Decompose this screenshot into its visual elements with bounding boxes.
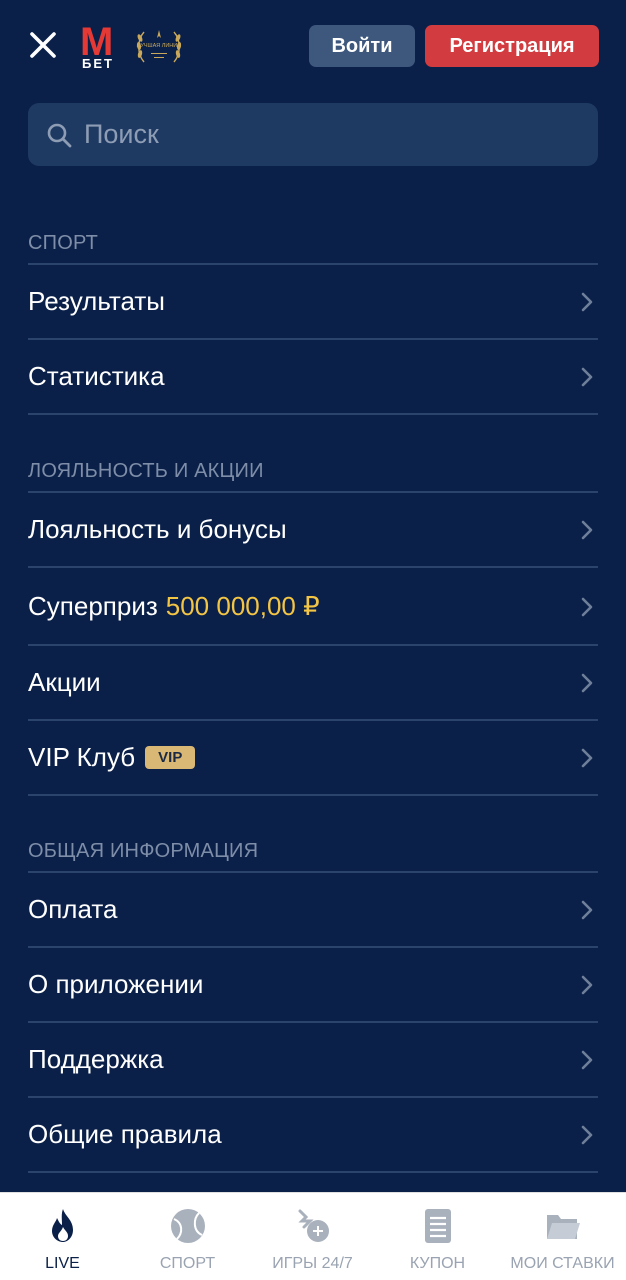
menu-item-label: О приложении (28, 969, 204, 999)
vip-badge: VIP (145, 746, 196, 769)
close-icon (30, 32, 56, 58)
menu-item-label: Акции (28, 667, 101, 697)
menu-item-label: Суперприз (28, 590, 158, 621)
menu-item-results[interactable]: Результаты (28, 263, 598, 338)
menu-item-payment[interactable]: Оплата (28, 871, 598, 946)
chevron-right-icon (581, 748, 593, 768)
section-title-info: ОБЩАЯ ИНФОРМАЦИЯ (28, 840, 259, 862)
bottom-tab-bar: LIVE СПОРТ ИГРЫ 24/7 КУПОН МОИ СТАВКИ (0, 1192, 626, 1280)
award-laurel-icon: ЛУЧШАЯ ЛИНИЯ (134, 26, 184, 68)
award-text: ЛУЧШАЯ ЛИНИЯ (137, 43, 181, 49)
tab-live[interactable]: LIVE (0, 1193, 125, 1280)
chevron-right-icon (581, 900, 593, 920)
chevron-right-icon (581, 520, 593, 540)
login-button[interactable]: Войти (309, 25, 415, 67)
divider (28, 1171, 598, 1173)
ball-icon (171, 1209, 205, 1243)
chevron-right-icon (581, 673, 593, 693)
chevron-right-icon (581, 1050, 593, 1070)
tab-label: ИГРЫ 24/7 (272, 1255, 353, 1272)
tab-label: КУПОН (409, 1255, 466, 1272)
coupon-icon (425, 1209, 451, 1243)
menu-item-label: VIP Клуб (28, 742, 136, 772)
chevron-right-icon (581, 367, 593, 387)
menu-item-label: Оплата (28, 894, 118, 924)
tab-my-bets[interactable]: МОИ СТАВКИ (500, 1193, 625, 1280)
search-box[interactable] (28, 103, 598, 166)
search-input[interactable] (84, 103, 584, 166)
logo[interactable]: М БЕТ (80, 22, 122, 72)
menu-item-support[interactable]: Поддержка (28, 1021, 598, 1096)
close-button[interactable] (26, 28, 60, 62)
menu-item-superprize[interactable]: Суперприз 500 000,00 ₽ (28, 566, 598, 644)
divider (28, 413, 598, 415)
menu-item-general-rules[interactable]: Общие правила (28, 1096, 598, 1171)
superprize-amount: 500 000,00 ₽ (165, 590, 320, 621)
register-button[interactable]: Регистрация (425, 25, 599, 67)
logo-subtitle: БЕТ (82, 56, 114, 71)
chevron-right-icon (581, 1125, 593, 1145)
menu-item-about-app[interactable]: О приложении (28, 946, 598, 1021)
divider (28, 794, 598, 796)
section-title-sport: СПОРТ (28, 232, 99, 254)
tab-games[interactable]: ИГРЫ 24/7 (250, 1193, 375, 1280)
tab-label: МОИ СТАВКИ (510, 1255, 615, 1272)
section-title-loyalty: ЛОЯЛЬНОСТЬ И АКЦИИ (28, 460, 264, 482)
chevron-right-icon (581, 292, 593, 312)
tab-label: LIVE (45, 1255, 80, 1272)
menu-item-label: Общие правила (28, 1119, 222, 1149)
menu-item-loyalty-bonuses[interactable]: Лояльность и бонусы (28, 491, 598, 566)
menu-item-vip-club[interactable]: VIP Клуб VIP (28, 719, 598, 794)
search-icon (47, 123, 72, 148)
header: М БЕТ ЛУЧШАЯ ЛИНИЯ Войти Регистрация (0, 0, 626, 92)
menu-item-label: Статистика (28, 361, 165, 391)
chevron-right-icon (581, 597, 593, 617)
tab-label: СПОРТ (159, 1255, 216, 1272)
games-icon (298, 1209, 329, 1242)
flame-icon (52, 1209, 73, 1242)
menu-item-label-wrap: VIP Клуб VIP (28, 721, 196, 794)
menu-item-promotions[interactable]: Акции (28, 644, 598, 719)
tab-coupon[interactable]: КУПОН (375, 1193, 500, 1280)
folder-icon (547, 1215, 580, 1239)
tab-sport[interactable]: СПОРТ (125, 1193, 250, 1280)
menu-item-label-wrap: Суперприз 500 000,00 ₽ (28, 568, 320, 644)
menu-item-statistics[interactable]: Статистика (28, 338, 598, 413)
chevron-right-icon (581, 975, 593, 995)
menu-item-label: Результаты (28, 286, 165, 316)
menu-item-label: Поддержка (28, 1044, 164, 1074)
menu-item-label: Лояльность и бонусы (28, 514, 287, 544)
